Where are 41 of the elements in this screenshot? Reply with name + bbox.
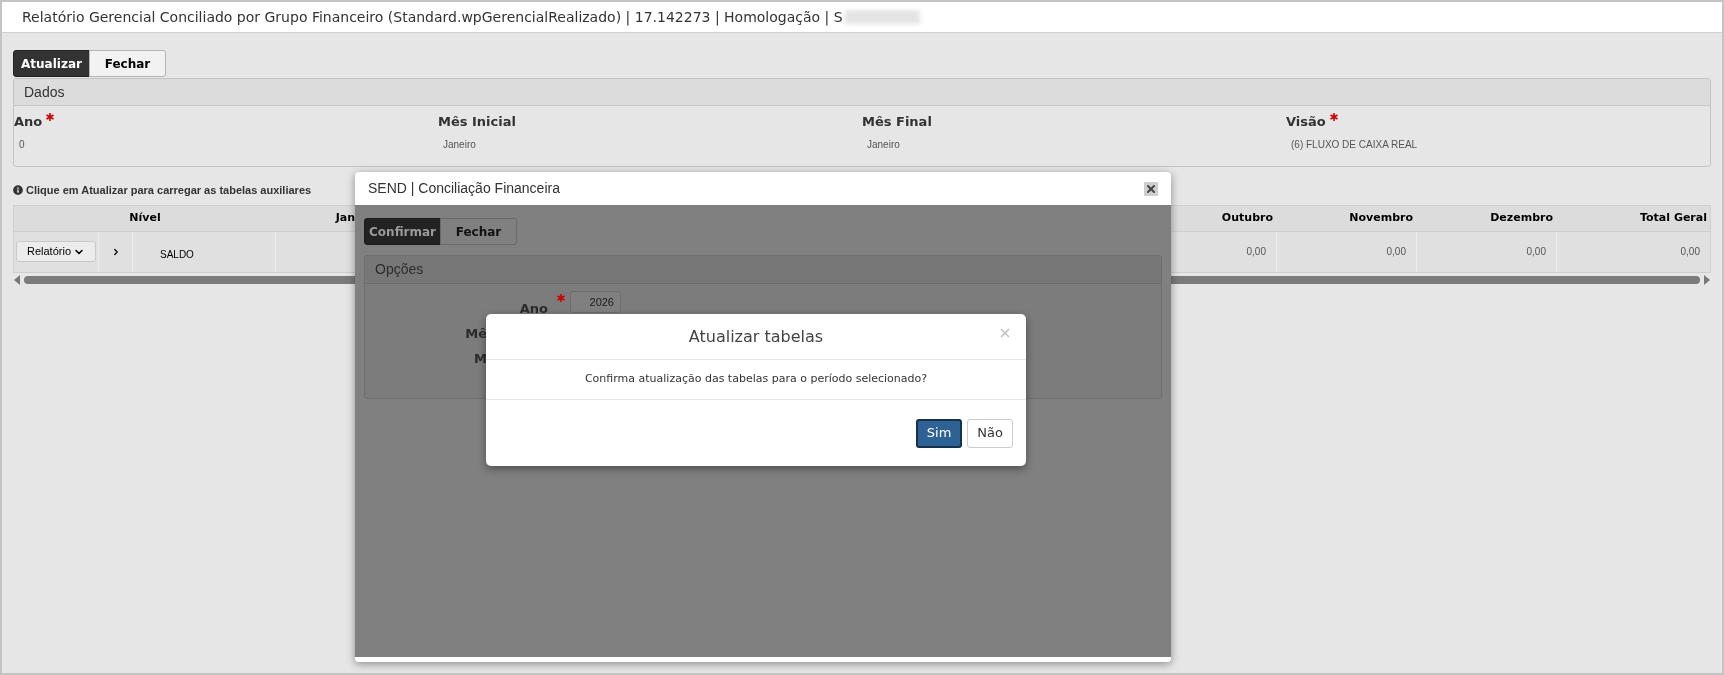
- scroll-left-icon[interactable]: [14, 274, 21, 285]
- toolbar-button[interactable]: Fechar: [89, 50, 166, 77]
- column-header: Novembro: [1349, 209, 1413, 226]
- toolbar-button[interactable]: Atualizar: [13, 50, 90, 77]
- year-input[interactable]: 2026: [570, 291, 621, 313]
- field-label: Mê: [465, 324, 487, 343]
- column-header: Jan: [335, 209, 355, 226]
- modal-title: SEND | Conciliação Financeira: [368, 179, 560, 198]
- panel-title: Dados: [24, 82, 65, 102]
- column-header: Dezembro: [1490, 209, 1553, 226]
- toolbar-button[interactable]: Fechar: [440, 218, 517, 245]
- field-label: Ano: [14, 113, 43, 131]
- table-cell-text: 0,00: [1386, 245, 1406, 259]
- window-title: Relatório Gerencial Conciliado por Grupo Financeiro (Standard.wpGerencialRealizado) | 17.142273 | Homologação | S: [22, 7, 843, 28]
- field-label: Ano: [519, 300, 548, 318]
- report-select[interactable]: Relatório: [16, 241, 96, 262]
- column-header: Nível: [129, 209, 161, 226]
- field-label: Mês Final: [862, 113, 932, 131]
- dialog-button[interactable]: Não: [967, 418, 1013, 448]
- table-cell-text: 0,00: [1680, 245, 1700, 259]
- dialog-title: Atualizar tabelas: [688, 325, 824, 348]
- table-cell-text: 0,00: [1526, 245, 1546, 259]
- info-text: Clique em Atualizar para carregar as tabelas auxiliares: [26, 183, 312, 198]
- table-cell-text: SALDO: [160, 247, 194, 262]
- field-value: Janeiro: [443, 137, 477, 152]
- field-value: Janeiro: [867, 137, 901, 152]
- dialog-message: Confirma atualização das tabelas para o período selecionado?: [584, 371, 928, 388]
- field-value: (6) FLUXO DE CAIXA REAL: [1291, 137, 1419, 152]
- field-label: Visão: [1286, 113, 1326, 131]
- panel-title: Opções: [375, 260, 424, 279]
- column-header: Outubro: [1221, 209, 1273, 226]
- field-label: Mês Inicial: [438, 113, 516, 131]
- table-cell-text: 0,00: [1246, 245, 1266, 259]
- field-label: M: [474, 349, 487, 368]
- toolbar-button[interactable]: Confirmar: [364, 218, 441, 245]
- column-header: Total Geral: [1640, 209, 1707, 226]
- field-value: 0: [19, 137, 26, 152]
- scroll-right-icon[interactable]: [1703, 274, 1710, 285]
- close-button[interactable]: [1144, 181, 1158, 196]
- dialog-button[interactable]: Sim: [915, 418, 963, 448]
- info-icon: [13, 185, 23, 196]
